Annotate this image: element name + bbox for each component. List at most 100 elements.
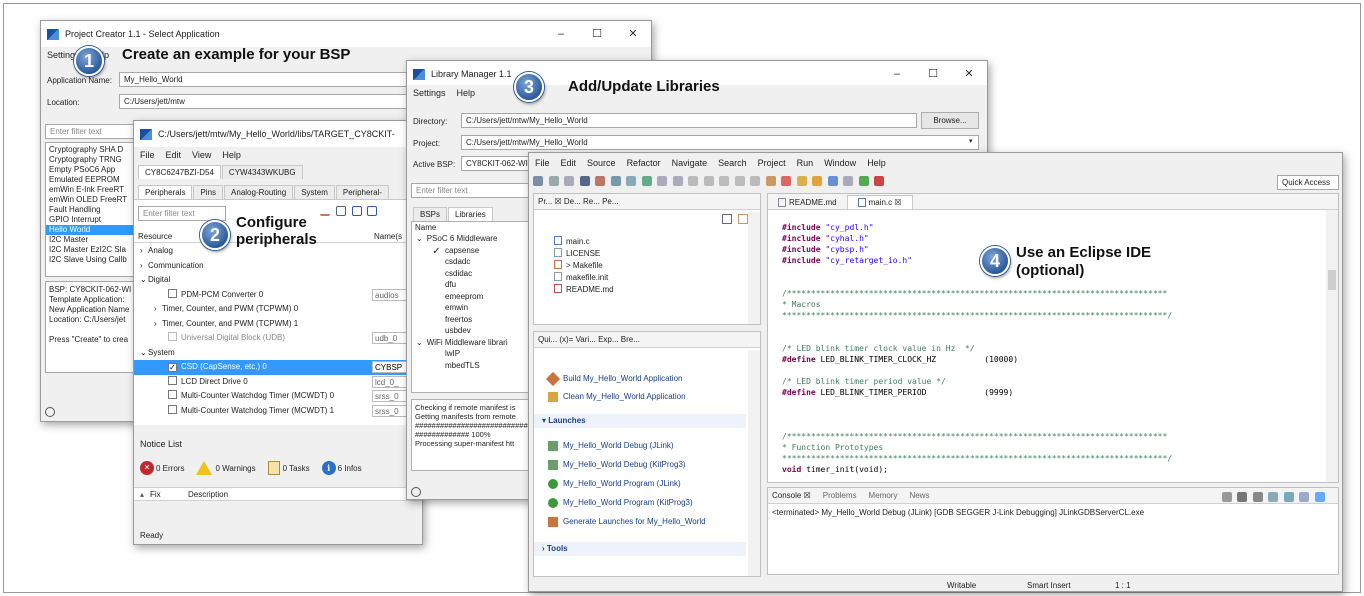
filter-icon[interactable] [335,206,346,217]
tab-libraries[interactable]: Libraries [448,207,493,221]
project-select[interactable]: C:/Users/jett/mtw/My_Hello_World [461,135,979,150]
menu-edit[interactable]: Edit [561,158,577,168]
file-item[interactable]: README.md [554,284,614,296]
library-filter-input[interactable]: Enter filter text [411,183,531,198]
library-group[interactable]: ⌄ PSoC 6 Middleware [416,233,508,245]
infos-count[interactable]: 6 Infos [338,464,362,473]
maximize-icon[interactable]: ☐ [915,61,951,87]
menu-edit[interactable]: Edit [166,150,182,160]
tab-peripheral-clocks[interactable]: Peripheral- [335,185,389,199]
file-item[interactable]: main.c [554,236,614,248]
quick-access-input[interactable]: Quick Access [1277,175,1339,190]
tab-problems[interactable]: Problems [823,491,857,500]
library-item[interactable]: emeeprom [416,291,508,303]
location-input[interactable]: C:/Users/jett/mtw [119,94,409,109]
tab-system[interactable]: System [294,185,335,199]
settings-icon[interactable] [579,175,590,186]
clean-action[interactable]: Clean My_Hello_World Application [548,392,686,402]
list-item[interactable]: I2C Master EzI2C Sla [46,245,140,255]
checkbox[interactable] [168,404,177,414]
chevron-down-icon[interactable]: ⌄ [416,338,423,347]
library-item[interactable]: csdidac [416,268,508,280]
build-link[interactable]: Build My_Hello_World Application [563,374,682,383]
menu-source[interactable]: Source [587,158,616,168]
debug-icon[interactable] [626,175,637,186]
new-icon[interactable] [533,175,543,186]
open-console-icon[interactable] [1315,491,1325,502]
terminate-icon[interactable] [1221,491,1232,502]
library-item[interactable]: csdadc [416,256,508,268]
chevron-right-icon[interactable]: › [154,317,162,331]
chevron-down-icon[interactable]: ⌄ [140,346,148,360]
resource-row-selected[interactable]: ✓ CSD (CapSense, etc.) 0 CYBSP [134,360,422,375]
toolbar-icon[interactable] [827,175,838,186]
tab-memory[interactable]: Memory [869,491,898,500]
list-item[interactable]: Empty PSoC6 App [46,165,140,175]
expand-all-icon[interactable] [351,206,362,217]
maximize-icon[interactable]: ☐ [579,21,615,47]
project-creator-titlebar[interactable]: Project Creator 1.1 - Select Application… [41,21,651,47]
scroll-lock-icon[interactable] [1268,491,1279,502]
checkbox[interactable]: ✓ [168,363,177,372]
toolbar-icon[interactable] [765,175,776,186]
checkbox[interactable] [432,325,441,334]
list-item[interactable]: GPIO Interrupt [46,215,140,225]
chevron-right-icon[interactable]: › [154,302,162,316]
launch-item[interactable]: My_Hello_World Debug (KitProg3) [548,455,706,474]
menu-help[interactable]: Help [457,88,476,98]
directory-input[interactable]: C:/Users/jett/mtw/My_Hello_World [461,113,917,128]
checkbox[interactable] [432,256,441,265]
save-all-icon[interactable] [564,175,575,186]
list-item-selected[interactable]: Hello World [46,225,140,235]
tools-header[interactable]: › Tools [534,542,746,556]
toolbar-icon[interactable] [719,175,730,186]
quick-panel-tabs[interactable]: Qui... (x)= Vari... Exp... Bre... [534,332,760,348]
library-item[interactable]: usbdev [416,325,508,337]
run-green-icon[interactable] [858,175,869,186]
globe-icon[interactable] [45,407,55,417]
nav-forward-icon[interactable] [672,175,683,186]
checkbox[interactable] [432,302,441,311]
menu-navigate[interactable]: Navigate [672,158,708,168]
scrollbar[interactable] [748,350,760,576]
menu-settings[interactable]: Settings [413,88,446,98]
editor-scrollbar[interactable] [1326,210,1338,482]
launch-link[interactable]: My_Hello_World Program (KitProg3) [563,498,693,507]
launch-item[interactable]: My_Hello_World Program (JLink) [548,474,706,493]
chevron-down-icon[interactable]: ⌄ [416,234,423,243]
manager-icon[interactable] [610,175,621,186]
checkbox[interactable] [432,314,441,323]
resource-filter-input[interactable]: Enter filter text [138,206,226,221]
launch-link[interactable]: My_Hello_World Debug (KitProg3) [563,460,686,469]
tab-device-cy8c6247[interactable]: CY8C6247BZI-D54 [138,165,221,179]
tab-readme[interactable]: README.md [768,196,847,209]
menu-refactor[interactable]: Refactor [627,158,661,168]
list-item[interactable]: emWin OLED FreeRT [46,195,140,205]
menu-file[interactable]: File [535,158,550,168]
toolbar-icon[interactable] [688,175,699,186]
resource-row[interactable]: › Timer, Counter, and PWM (TCPWM) 0 [134,302,422,317]
tab-console[interactable]: Console ☒ [772,491,811,500]
library-item[interactable]: emwin [416,302,508,314]
toolbar-icon[interactable] [781,175,792,186]
tasks-count[interactable]: 0 Tasks [283,464,310,473]
tab-device-cyw4343[interactable]: CYW4343WKUBG [221,165,303,179]
chevron-right-icon[interactable]: › [140,259,148,273]
nav-back-icon[interactable] [657,175,668,186]
chevron-down-icon[interactable]: ▾ [969,137,973,145]
checkbox[interactable] [432,268,441,277]
resource-row[interactable]: › Communication [134,259,422,274]
library-item[interactable]: mbedTLS [416,360,508,372]
close-icon[interactable]: ✕ [615,21,651,47]
scrollbar[interactable] [748,212,760,324]
menu-help[interactable]: Help [867,158,886,168]
checkbox[interactable] [168,288,177,298]
app-name-input[interactable]: My_Hello_World [119,72,409,87]
launch-item[interactable]: My_Hello_World Program (KitProg3) [548,493,706,512]
toolbar-icon[interactable] [812,175,823,186]
display-console-icon[interactable] [1299,491,1310,502]
menu-window[interactable]: Window [824,158,856,168]
build-icon[interactable] [595,175,606,186]
toolbar-icon[interactable] [843,175,854,186]
configurator-titlebar[interactable]: C:/Users/jett/mtw/My_Hello_World/libs/TA… [134,121,422,147]
